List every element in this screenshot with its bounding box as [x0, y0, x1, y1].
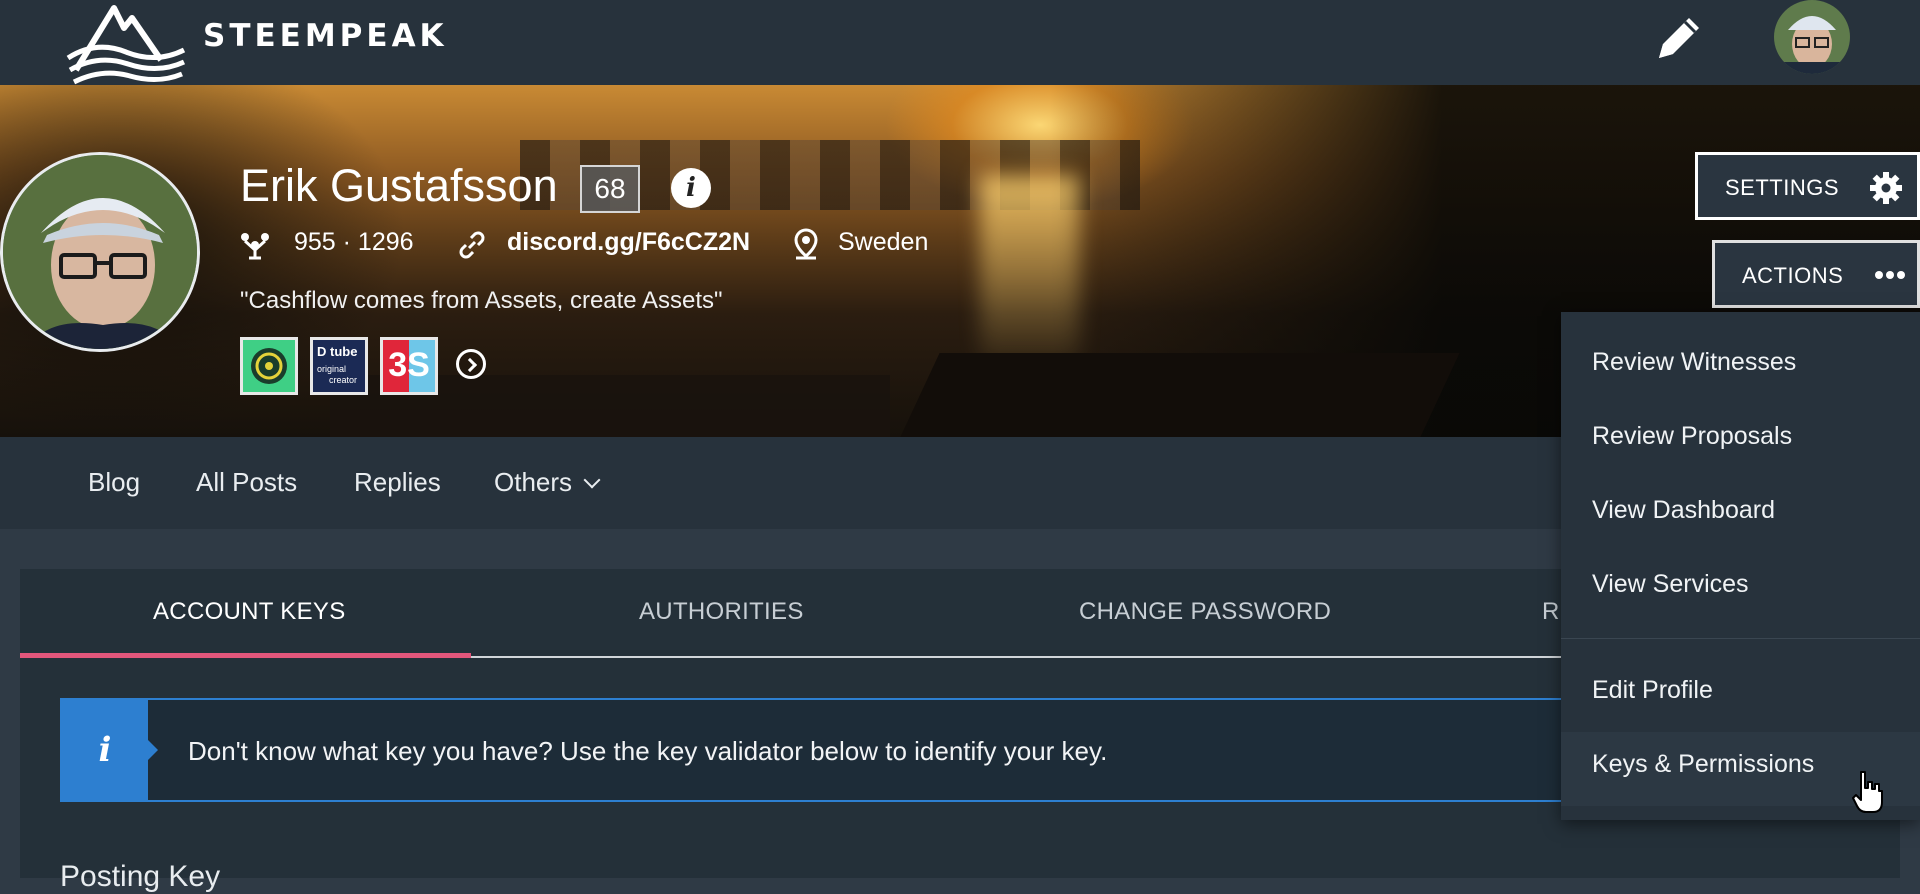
more-badges-icon[interactable] [456, 349, 486, 379]
nav-replies[interactable]: Replies [354, 467, 441, 498]
followers-icon [241, 233, 269, 260]
nav-others[interactable]: Others [494, 467, 601, 498]
alert-notch [148, 740, 158, 760]
3s-badge-text: 3S [388, 346, 430, 384]
alert-text: Don't know what key you have? Use the ke… [188, 736, 1108, 766]
menu-item-keys-permissions[interactable]: Keys & Permissions [1592, 750, 1814, 779]
menu-divider [1561, 638, 1920, 639]
actions-dropdown-menu: Review Witnesses Review Proposals View D… [1561, 312, 1920, 820]
gear-icon [1870, 172, 1902, 204]
dtube-badge-title: D tube [317, 344, 358, 359]
followers-following-count[interactable]: 955 · 1296 [294, 228, 414, 257]
menu-item-view-dashboard[interactable]: View Dashboard [1592, 496, 1775, 525]
hand-cursor-icon [1852, 771, 1883, 813]
posting-key-title: Posting Key [60, 860, 221, 893]
green-badge[interactable] [240, 337, 298, 395]
tab-account-keys[interactable]: ACCOUNT KEYS [153, 598, 346, 626]
dtube-badge-line2: creator [329, 375, 358, 385]
info-icon[interactable]: i [671, 168, 711, 208]
menu-item-view-services[interactable]: View Services [1592, 570, 1749, 599]
location-text: Sweden [838, 228, 929, 256]
link-icon [459, 231, 485, 259]
settings-button[interactable]: SETTINGS [1695, 152, 1920, 220]
chevron-down-icon [583, 471, 601, 489]
settings-label: SETTINGS [1725, 175, 1840, 200]
pencil-icon[interactable] [1651, 10, 1707, 66]
profile-about: "Cashflow comes from Assets, create Asse… [240, 287, 723, 314]
tab-partial[interactable]: R [1542, 598, 1560, 626]
profile-avatar[interactable] [0, 152, 200, 352]
website-link[interactable]: discord.gg/F6cCZ2N [507, 228, 750, 257]
active-tab-indicator [20, 653, 471, 658]
actions-label: ACTIONS [1742, 263, 1844, 288]
menu-item-review-proposals[interactable]: Review Proposals [1592, 422, 1792, 451]
nav-blog[interactable]: Blog [88, 467, 140, 498]
menu-item-edit-profile[interactable]: Edit Profile [1592, 676, 1713, 705]
top-bar: STEEMPEAK [0, 0, 1920, 85]
info-alert-icon: i [62, 700, 148, 800]
brand-name[interactable]: STEEMPEAK [203, 18, 448, 54]
dtube-badge-line1: original [317, 364, 347, 374]
steempeak-logo-icon[interactable] [66, 0, 186, 85]
dtube-badge[interactable]: D tube original creator [310, 337, 368, 395]
location-pin-icon [794, 228, 818, 260]
tab-authorities[interactable]: AUTHORITIES [639, 598, 804, 626]
profile-name: Erik Gustafsson [240, 160, 558, 211]
reputation-badge: 68 [580, 165, 640, 213]
avatar[interactable] [1774, 0, 1850, 74]
tab-change-password[interactable]: CHANGE PASSWORD [1079, 598, 1331, 626]
nav-all-posts[interactable]: All Posts [196, 467, 297, 498]
actions-button[interactable]: ACTIONS [1712, 240, 1920, 308]
3s-badge[interactable]: 3S [380, 337, 438, 395]
more-dots-icon [1875, 271, 1905, 279]
menu-item-review-witnesses[interactable]: Review Witnesses [1592, 348, 1796, 377]
cover-dock [900, 353, 1460, 437]
nav-others-label: Others [494, 467, 573, 497]
